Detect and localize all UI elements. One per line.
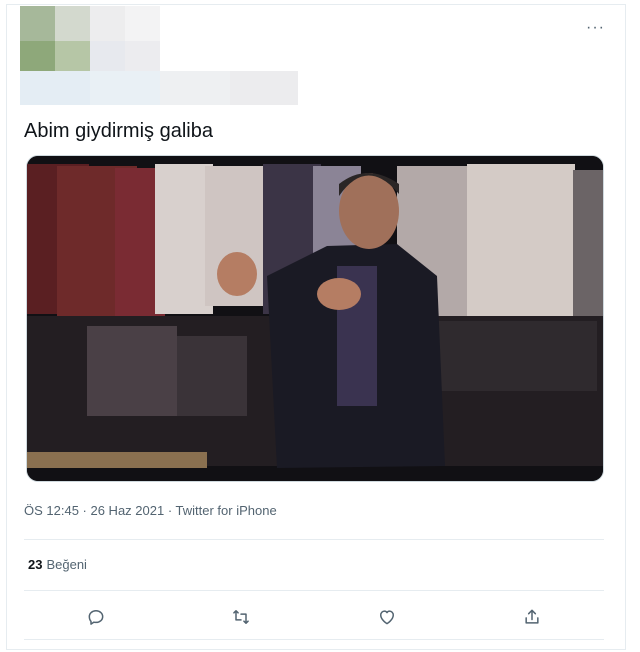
likes-label: Beğeni	[46, 557, 87, 572]
like-button[interactable]	[374, 604, 400, 630]
divider	[24, 539, 604, 540]
retweet-icon	[233, 610, 249, 624]
share-button[interactable]	[519, 604, 545, 630]
tweet-timestamp-source[interactable]: ÖS 12:45 · 26 Haz 2021 · Twitter for iPh…	[24, 503, 277, 519]
tweet-text: Abim giydirmiş galiba	[24, 120, 213, 142]
like-icon	[380, 610, 394, 625]
likes-count: 23	[28, 557, 43, 572]
divider	[24, 639, 604, 640]
tweet-image[interactable]	[26, 155, 604, 482]
divider	[24, 590, 604, 591]
more-options-icon[interactable]: ···	[586, 20, 606, 36]
likes-summary[interactable]: 23 Beğeni	[28, 557, 87, 573]
reply-button[interactable]	[83, 604, 109, 630]
share-icon	[525, 609, 539, 624]
reply-icon	[88, 610, 104, 625]
retweet-button[interactable]	[228, 604, 254, 630]
